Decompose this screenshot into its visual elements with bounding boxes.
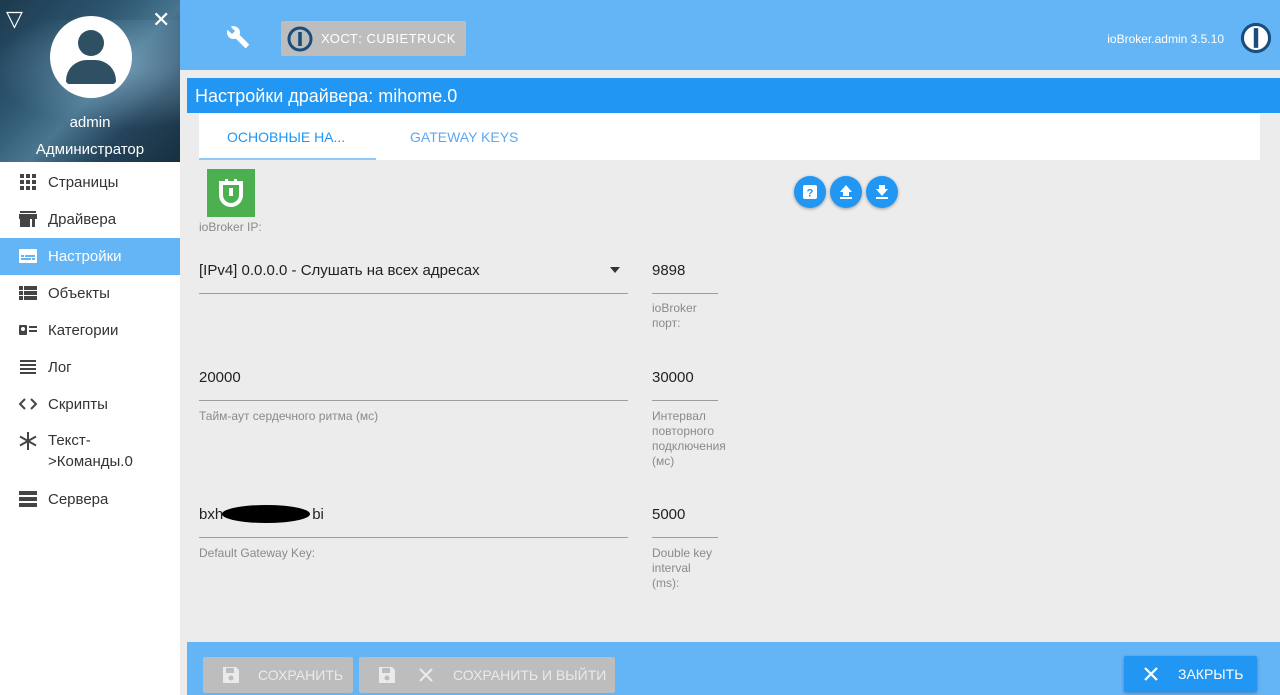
save-and-close-label: СОХРАНИТЬ И ВЫЙТИ: [453, 667, 607, 683]
heartbeat-underline: [199, 400, 628, 401]
main-panel: Настройки драйвера: mihome.0 ОСНОВНЫЕ НА…: [187, 78, 1280, 644]
snowflake-icon: [19, 432, 37, 450]
help-icon: ?: [803, 185, 817, 200]
floppy-icon: [379, 667, 395, 683]
svg-text:?: ?: [807, 188, 814, 200]
help-button[interactable]: ?: [794, 176, 826, 208]
sidebar-header: ▽ ✕ admin Администратор: [0, 0, 180, 162]
gateway-key-label: Default Gateway Key:: [199, 546, 316, 560]
port-input[interactable]: 9898: [652, 262, 685, 279]
chevron-down-icon[interactable]: [609, 267, 621, 274]
top-bar: ХОСТ: CUBIETRUCK ioBroker.admin 3.5.10: [180, 0, 1280, 70]
close-button[interactable]: ЗАКРЫТЬ: [1124, 656, 1257, 692]
sidebar-item-label: Текст- >Команды.0: [48, 432, 133, 470]
bind-ip-select[interactable]: [IPv4] 0.0.0.0 - Слушать на всех адресах: [199, 262, 480, 279]
save-label: СОХРАНИТЬ: [258, 667, 344, 683]
redaction-mark: [222, 505, 310, 523]
sidebar-item-scripts[interactable]: Скрипты: [0, 386, 180, 423]
sidebar-item-label: Страницы: [48, 174, 119, 191]
gateway-key-start: bxh: [199, 506, 224, 523]
sidebar-item-hosts[interactable]: Сервера: [0, 481, 180, 518]
floppy-icon: [223, 667, 239, 683]
save-and-close-button[interactable]: СОХРАНИТЬ И ВЫЙТИ: [359, 657, 615, 693]
tab-bar: ОСНОВНЫЕ НА... GATEWAY KEYS: [198, 113, 1260, 160]
user-name: admin: [69, 114, 111, 131]
grid-icon: [20, 174, 36, 190]
code-icon: [19, 398, 37, 410]
reconnect-label: Интервал повторного подключения (мс): [652, 409, 726, 468]
download-icon: [876, 185, 888, 199]
reconnect-underline: [652, 400, 718, 401]
version-label: ioBroker.admin 3.5.10: [1107, 32, 1224, 46]
user-role: Администратор: [35, 141, 145, 158]
sidebar-item-categories[interactable]: Категории: [0, 312, 180, 349]
upload-icon: [840, 185, 852, 199]
sidebar-item-label: Сервера: [48, 491, 109, 508]
bind-ip-underline: [199, 293, 628, 294]
settings-panel-icon: [19, 249, 37, 263]
sidebar-item-log[interactable]: Лог: [0, 349, 180, 386]
host-label: ХОСТ: CUBIETRUCK: [321, 31, 456, 46]
port-label: ioBroker порт:: [652, 301, 697, 330]
sidebar-item-label: Драйвера: [48, 211, 117, 228]
double-key-underline: [652, 537, 718, 538]
sidebar-item-adapters[interactable]: Драйвера: [0, 201, 180, 238]
servers-icon: [19, 491, 37, 507]
tab-main-settings[interactable]: ОСНОВНЫЕ НА...: [198, 129, 377, 160]
download-button[interactable]: [866, 176, 898, 208]
double-key-label: Double key interval (ms):: [652, 546, 713, 590]
heartbeat-label: Тайм-аут сердечного ритма (мс): [199, 409, 379, 423]
sidebar-item-objects[interactable]: Объекты: [0, 275, 180, 312]
gateway-key-end: bi: [312, 506, 324, 523]
sidebar-item-pages[interactable]: Страницы: [0, 164, 180, 201]
gateway-key-underline: [199, 537, 628, 538]
store-icon: [19, 211, 37, 227]
reconnect-input[interactable]: 30000: [652, 369, 694, 386]
close-label: ЗАКРЫТЬ: [1178, 666, 1244, 682]
sidebar-item-label: Настройки: [48, 248, 122, 265]
close-icon: [1144, 667, 1158, 681]
heartbeat-input[interactable]: 20000: [199, 369, 241, 386]
sidebar-menu: Страницы Драйвера Настройки Объекты Кате…: [0, 164, 180, 518]
close-sidebar-icon[interactable]: ✕: [152, 9, 170, 31]
title-bar: Настройки драйвера: mihome.0: [187, 78, 1280, 113]
sidebar-item-settings[interactable]: Настройки: [0, 238, 180, 275]
sidebar: ▽ ✕ admin Администратор Страницы Драйвер…: [0, 0, 180, 695]
category-icon: [19, 325, 37, 335]
iobroker-logo-icon: [287, 26, 313, 52]
close-icon: [419, 668, 433, 682]
sidebar-item-text-commands[interactable]: Текст- >Команды.0: [0, 423, 180, 481]
save-button[interactable]: СОХРАНИТЬ: [203, 657, 353, 693]
bind-ip-label: ioBroker IP:: [199, 220, 262, 234]
sidebar-item-label: Объекты: [48, 285, 110, 302]
wrench-icon[interactable]: [226, 25, 250, 49]
sidebar-item-label: Скрипты: [48, 396, 108, 413]
log-icon: [20, 360, 36, 374]
avatar: [50, 16, 132, 98]
menu-triangle-icon[interactable]: ▽: [6, 8, 23, 30]
list-icon: [19, 286, 37, 300]
double-key-input[interactable]: 5000: [652, 506, 685, 523]
upload-button[interactable]: [830, 176, 862, 208]
tab-gateway-keys[interactable]: GATEWAY KEYS: [410, 129, 518, 145]
sidebar-item-label: Категории: [48, 322, 119, 339]
host-selector-button[interactable]: ХОСТ: CUBIETRUCK: [281, 21, 466, 56]
page-title: Настройки драйвера: mihome.0: [195, 86, 458, 106]
iobroker-logo-icon: [1240, 22, 1272, 54]
sidebar-item-label: Лог: [48, 359, 72, 376]
mihome-logo-icon: [207, 169, 255, 217]
footer-bar: СОХРАНИТЬ СОХРАНИТЬ И ВЫЙТИ ЗАКРЫТЬ: [187, 642, 1280, 695]
port-underline: [652, 293, 718, 294]
